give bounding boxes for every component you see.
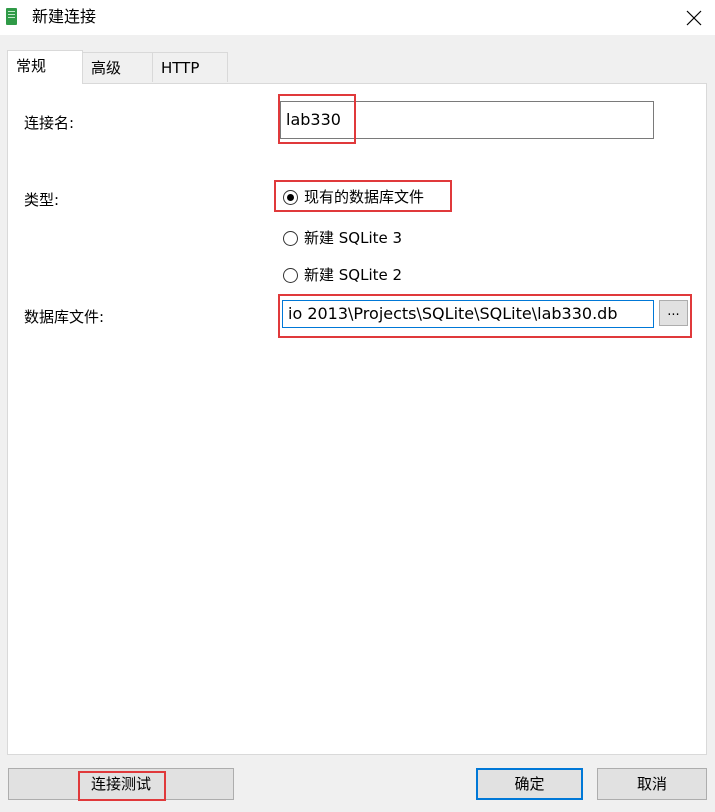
db-file-label: 数据库文件:: [24, 308, 105, 326]
close-icon[interactable]: [672, 0, 715, 35]
radio-checked-icon: [283, 189, 298, 205]
radio-unchecked-icon: [283, 267, 298, 283]
db-file-input[interactable]: io 2013\Projects\SQLite\SQLite\lab330.db: [282, 300, 654, 328]
connection-name-input[interactable]: lab330: [280, 101, 654, 139]
radio-unchecked-icon: [283, 230, 298, 246]
general-tab-panel: [7, 83, 707, 755]
browse-button[interactable]: ...: [659, 300, 688, 326]
database-app-icon: [6, 8, 17, 25]
connection-name-label: 连接名:: [24, 114, 75, 132]
tab-http[interactable]: HTTP: [152, 52, 228, 82]
radio-new-sqlite2-label: 新建 SQLite 2: [304, 266, 403, 284]
tab-general[interactable]: 常规: [7, 50, 83, 84]
type-label: 类型:: [24, 191, 60, 209]
radio-new-sqlite2[interactable]: 新建 SQLite 2: [283, 265, 402, 285]
radio-new-sqlite3[interactable]: 新建 SQLite 3: [283, 228, 402, 248]
radio-existing-db[interactable]: 现有的数据库文件: [283, 187, 424, 207]
test-connection-button[interactable]: 连接测试: [8, 768, 234, 800]
radio-existing-db-label: 现有的数据库文件: [304, 188, 425, 206]
window-title: 新建连接: [32, 7, 97, 26]
cancel-button[interactable]: 取消: [597, 768, 707, 800]
radio-new-sqlite3-label: 新建 SQLite 3: [304, 229, 403, 247]
ok-button[interactable]: 确定: [476, 768, 583, 800]
tab-advanced[interactable]: 高级: [82, 52, 153, 82]
title-bar: 新建连接: [0, 0, 715, 35]
